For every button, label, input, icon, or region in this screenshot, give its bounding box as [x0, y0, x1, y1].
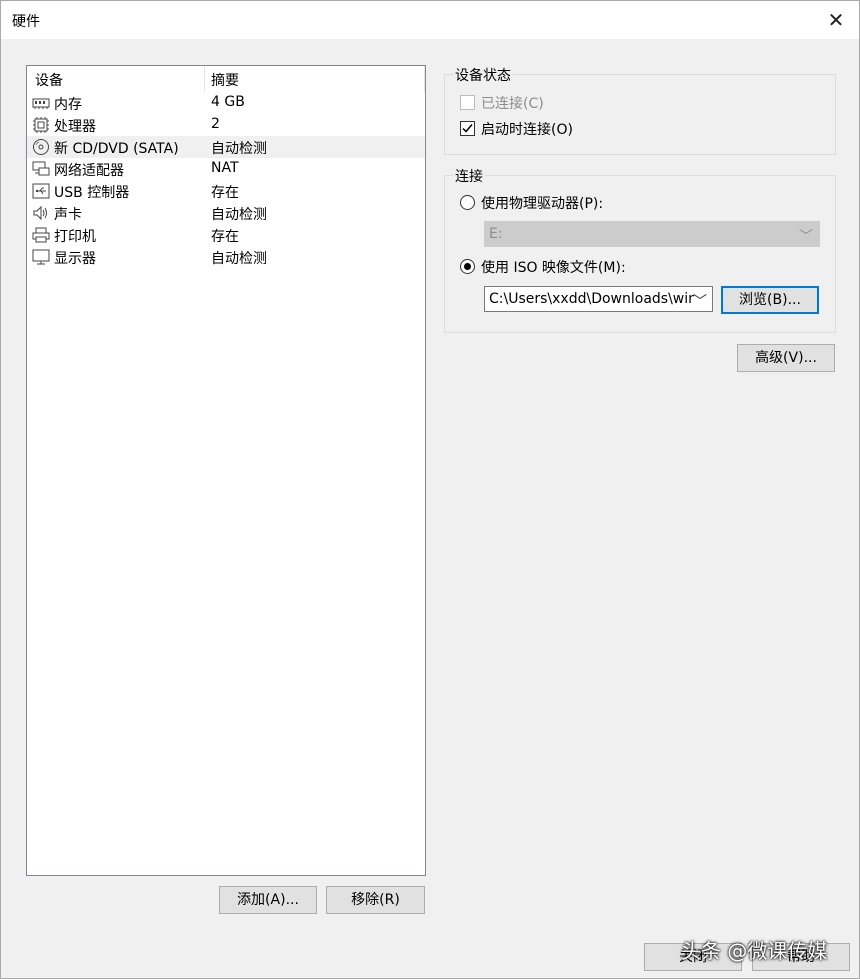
device-name: 网络适配器 [54, 163, 124, 179]
title-bar: 硬件 ✕ [1, 1, 859, 39]
device-summary: 自动检测 [211, 141, 267, 157]
device-row-usb-controller[interactable]: USB 控制器 存在 [27, 180, 425, 202]
use-physical-drive-label: 使用物理驱动器(P): [481, 196, 604, 212]
column-header-summary[interactable]: 摘要 [211, 70, 239, 90]
device-status-label: 设备状态 [453, 65, 513, 85]
device-row-printer[interactable]: 打印机 存在 [27, 224, 425, 246]
watermark: 头条 @微课传媒 [681, 939, 828, 963]
device-name: 打印机 [54, 229, 96, 245]
iso-path-value: C:\Users\xxdd\Downloads\win1 [489, 291, 694, 307]
connection-label: 连接 [453, 166, 485, 186]
device-name: 处理器 [54, 119, 96, 135]
window-title: 硬件 [12, 14, 40, 30]
device-row-display[interactable]: 显示器 自动检测 [27, 246, 425, 268]
printer-icon [32, 227, 50, 243]
use-iso-radio[interactable] [460, 259, 475, 274]
device-row-sound-card[interactable]: 声卡 自动检测 [27, 202, 425, 224]
device-row-processor[interactable]: 处理器 2 [27, 114, 425, 136]
hardware-dialog: 硬件 ✕ 设备 摘要 内存 4 GB 处理器 2 新 CD/DVD (SATA)… [0, 0, 860, 979]
sound-card-icon [33, 205, 47, 221]
device-row-network-adapter[interactable]: 网络适配器 NAT [27, 158, 425, 180]
connect-at-power-on-label: 启动时连接(O) [481, 122, 573, 138]
connection-group: 连接 使用物理驱动器(P): E: ﹀ 使用 ISO 映像文件(M): C:\U… [444, 166, 836, 333]
column-header-device[interactable]: 设备 [35, 70, 63, 90]
browse-button[interactable]: 浏览(B)... [721, 286, 819, 314]
device-summary: 自动检测 [211, 251, 267, 267]
device-status-group: 设备状态 已连接(C) 启动时连接(O) [444, 65, 836, 155]
connect-at-power-on-checkbox[interactable] [460, 121, 475, 136]
device-row-cd-dvd[interactable]: 新 CD/DVD (SATA) 自动检测 [27, 136, 425, 158]
device-summary: 2 [211, 116, 220, 132]
usb-controller-icon [32, 183, 50, 199]
connected-checkbox[interactable] [460, 95, 475, 110]
device-list[interactable]: 设备 摘要 内存 4 GB 处理器 2 新 CD/DVD (SATA) 自动检测… [26, 65, 426, 876]
processor-icon [33, 117, 49, 133]
cd-dvd-icon [33, 139, 49, 155]
connected-label: 已连接(C) [481, 96, 544, 112]
add-button[interactable]: 添加(A)... [219, 886, 317, 914]
chevron-down-icon: ﹀ [693, 294, 707, 310]
advanced-button[interactable]: 高级(V)... [737, 344, 835, 372]
memory-icon [32, 98, 50, 109]
close-icon[interactable]: ✕ [821, 5, 851, 35]
device-list-header: 设备 摘要 [27, 66, 425, 92]
device-summary: 自动检测 [211, 207, 267, 223]
check-icon [462, 124, 473, 133]
device-rows: 内存 4 GB 处理器 2 新 CD/DVD (SATA) 自动检测 网络适配器… [27, 92, 425, 268]
device-name: 新 CD/DVD (SATA) [54, 141, 179, 157]
physical-drive-select[interactable]: E: ﹀ [484, 221, 820, 247]
device-name: USB 控制器 [54, 185, 130, 201]
device-summary: 存在 [211, 229, 239, 245]
display-icon [32, 249, 50, 265]
iso-path-combobox[interactable]: C:\Users\xxdd\Downloads\win1 ﹀ [484, 286, 713, 312]
use-iso-label: 使用 ISO 映像文件(M): [481, 260, 626, 276]
device-summary: NAT [211, 160, 239, 176]
chevron-down-icon: ﹀ [799, 229, 813, 245]
device-name: 显示器 [54, 251, 96, 267]
remove-button[interactable]: 移除(R) [326, 886, 425, 914]
physical-drive-value: E: [489, 226, 503, 242]
device-summary: 4 GB [211, 94, 245, 110]
device-row-memory[interactable]: 内存 4 GB [27, 92, 425, 114]
network-adapter-icon [32, 161, 50, 176]
device-summary: 存在 [211, 185, 239, 201]
device-name: 声卡 [54, 207, 82, 223]
use-physical-drive-radio[interactable] [460, 195, 475, 210]
device-name: 内存 [54, 97, 82, 113]
